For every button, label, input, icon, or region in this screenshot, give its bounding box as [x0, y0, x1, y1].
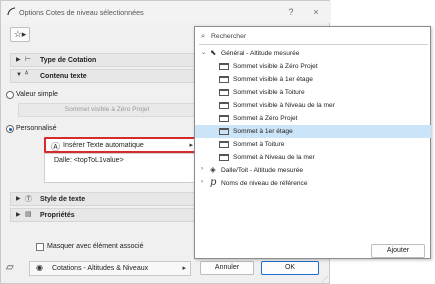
- auto-text-item-icon: [219, 141, 229, 148]
- divider: [199, 44, 428, 45]
- expand-arrow-icon: ▶: [16, 212, 21, 218]
- expand-arrow-icon: ▶: [16, 196, 21, 202]
- tree-item[interactable]: Sommet visible à 1er étage: [195, 73, 431, 86]
- auto-text-icon: Ⓐ: [51, 142, 61, 152]
- simple-value-radio[interactable]: [6, 91, 14, 99]
- tree-item-label: Sommet visible à Zéro Projet: [233, 63, 318, 70]
- tree-item[interactable]: Sommet visible à Toiture: [195, 86, 431, 99]
- layer-icon: ▱: [6, 262, 14, 273]
- eye-icon: ◉: [36, 263, 43, 272]
- custom-radio[interactable]: [6, 125, 14, 133]
- tree-item-label: Sommet à Niveau de la mer: [233, 154, 315, 161]
- search-placeholder: Rechercher: [211, 33, 247, 40]
- title-bar: Options Cotes de niveau sélectionnées ? …: [1, 1, 331, 23]
- text-style-icon: Ⓣ: [25, 196, 32, 203]
- simple-value-label: Valeur simple: [16, 91, 58, 98]
- tree-group-label: Noms de niveau de référence: [221, 180, 308, 187]
- auto-text-item-icon: [219, 154, 229, 161]
- tree-group-label: Dalle/Toit - Altitude mesurée: [221, 167, 304, 174]
- custom-text-value: Dalle: <topToL1value>: [54, 157, 124, 164]
- auto-text-item-icon: [219, 76, 229, 83]
- insert-auto-text-label: Insérer Texte automatique: [63, 142, 144, 149]
- auto-text-item-icon: [219, 102, 229, 109]
- section-label: Type de Cotation: [40, 57, 97, 64]
- cursor-icon: ⬉: [210, 48, 217, 57]
- tree-item-label: Sommet visible à 1er étage: [233, 76, 313, 83]
- tree-item-label: Sommet visible à Niveau de la mer: [233, 102, 335, 109]
- tree-item[interactable]: Sommet à Zéro Projet: [195, 112, 431, 125]
- level-dimension-icon: ⊢: [25, 56, 32, 63]
- auto-text-popup: ⌕ Rechercher ⌄ ⬉ Général - Altitude mesu…: [194, 26, 431, 259]
- search-icon: ⌕: [201, 31, 206, 40]
- custom-label: Personnalisé: [16, 125, 57, 132]
- section-label: Contenu texte: [40, 73, 87, 80]
- resize-grip-icon[interactable]: ⋰: [322, 276, 328, 283]
- slab-icon: ◈: [210, 165, 216, 174]
- tree-item[interactable]: Sommet visible à Niveau de la mer: [195, 99, 431, 112]
- chevron-right-icon: ›: [201, 179, 203, 185]
- chevron-right-icon: ▸: [182, 265, 186, 272]
- favorites-button[interactable]: ☆▸: [10, 27, 30, 42]
- chevron-down-icon: ⌄: [201, 50, 207, 56]
- close-button[interactable]: ×: [306, 5, 326, 19]
- window-title: Options Cotes de niveau sélectionnées: [19, 8, 144, 17]
- layer-label: Cotations - Altitudes & Niveaux: [52, 265, 149, 272]
- help-button[interactable]: ?: [281, 5, 301, 19]
- level-name-icon: p: [210, 177, 217, 188]
- insert-auto-text-button[interactable]: Ⓐ Insérer Texte automatique ▸: [44, 137, 200, 153]
- text-content-icon: ᴬ: [25, 71, 29, 78]
- cancel-button[interactable]: Annuler: [200, 261, 254, 275]
- tree-item-label: Sommet à Toiture: [233, 141, 285, 148]
- tree-group-label: Général - Altitude mesurée: [221, 50, 300, 57]
- ok-button[interactable]: OK: [261, 261, 319, 275]
- properties-icon: ▤: [25, 211, 32, 218]
- tree-item-label: Sommet à Zéro Projet: [233, 115, 298, 122]
- tree-item[interactable]: Sommet à Toiture: [195, 138, 431, 151]
- chevron-right-icon: ›: [201, 166, 203, 172]
- tree-item-label: Sommet visible à Toiture: [233, 89, 305, 96]
- add-button[interactable]: Ajouter: [371, 244, 425, 258]
- star-icon: ☆▸: [13, 29, 27, 39]
- auto-text-item-icon: [219, 63, 229, 70]
- mask-checkbox[interactable]: [36, 243, 44, 251]
- section-label: Style de texte: [40, 196, 86, 203]
- chevron-right-icon: ▸: [189, 142, 193, 149]
- auto-text-item-icon: [219, 128, 229, 135]
- mask-checkbox-label: Masquer avec élément associé: [47, 243, 144, 250]
- custom-text-area[interactable]: Dalle: <topToL1value>: [44, 153, 200, 183]
- auto-text-item-icon: [219, 89, 229, 96]
- layer-dropdown[interactable]: ◉ Cotations - Altitudes & Niveaux ▸: [29, 261, 191, 276]
- simple-value-field: Sommet visible à Zéro Projet: [18, 103, 196, 117]
- collapse-arrow-icon: ▼: [16, 72, 22, 78]
- tree-item[interactable]: Sommet à Niveau de la mer: [195, 151, 431, 164]
- tree-item[interactable]: Sommet visible à Zéro Projet: [195, 60, 431, 73]
- bottom-bar: ▱ ◉ Cotations - Altitudes & Niveaux ▸ An…: [1, 259, 331, 284]
- section-label: Propriétés: [40, 212, 75, 219]
- tree-item-label: Sommet à 1er étage: [233, 128, 293, 135]
- auto-text-item-icon: [219, 115, 229, 122]
- tree-group-level-names[interactable]: › p Noms de niveau de référence: [195, 177, 431, 190]
- app-icon: [7, 7, 16, 16]
- expand-arrow-icon: ▶: [16, 57, 21, 63]
- tree-group-slab-roof[interactable]: › ◈ Dalle/Toit - Altitude mesurée: [195, 164, 431, 177]
- tree-group-general[interactable]: ⌄ ⬉ Général - Altitude mesurée: [195, 47, 431, 60]
- search-box[interactable]: ⌕ Rechercher: [199, 31, 428, 43]
- tree-item-selected[interactable]: Sommet à 1er étage: [195, 125, 431, 138]
